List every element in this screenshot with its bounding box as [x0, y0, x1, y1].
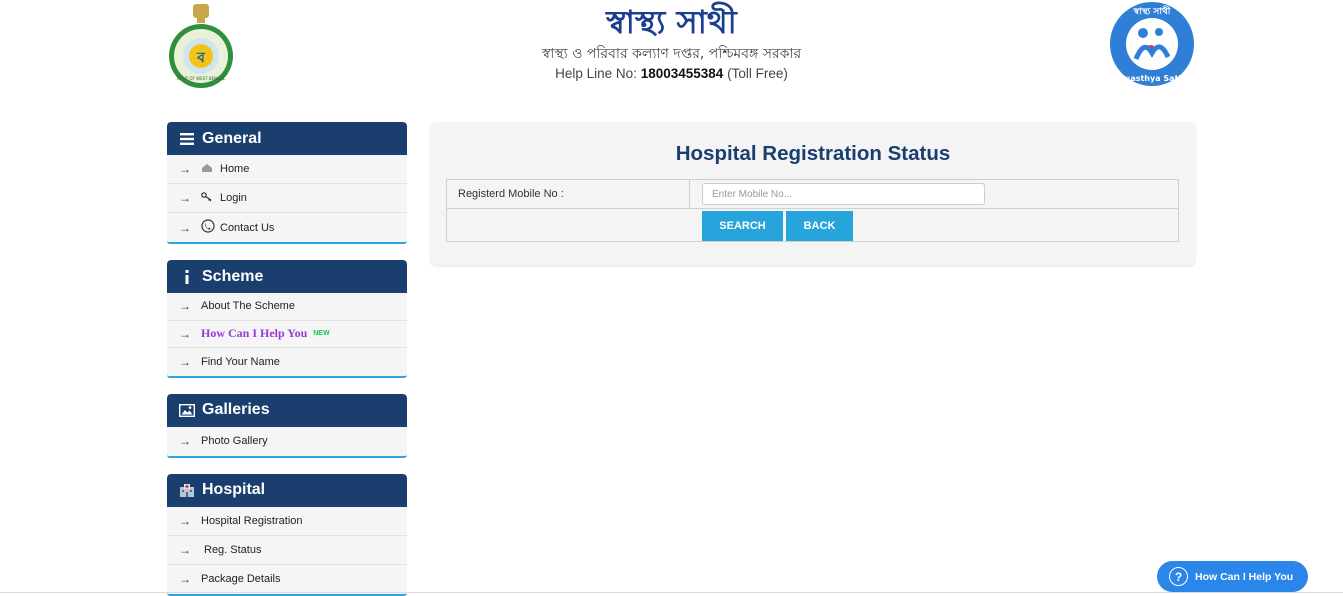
search-button[interactable]: SEARCH: [702, 211, 783, 241]
key-icon: [201, 191, 217, 205]
site-title: স্বাস্থ্য সাথী: [606, 3, 737, 41]
sidebar-item-how-can-i-help[interactable]: → How Can I Help You NEW: [167, 321, 407, 348]
hospital-icon: [178, 482, 196, 498]
menu-icon: [178, 131, 196, 147]
sidebar-item-label: Photo Gallery: [201, 435, 268, 447]
panel-general: General → Home → Login → Contact Us: [167, 122, 407, 244]
question-icon: ?: [1169, 567, 1188, 586]
svg-text:ব: ব: [196, 50, 206, 66]
registration-status-card: Hospital Registration Status Registerd M…: [431, 122, 1195, 265]
panel-galleries-header: Galleries: [167, 393, 407, 427]
arrow-right-icon: →: [179, 299, 191, 314]
arrow-right-icon: →: [179, 326, 191, 341]
arrow-right-icon: →: [179, 513, 191, 528]
emblem-text: GOVT OF WEST BENGAL: [177, 76, 226, 81]
west-bengal-emblem-logo: ব GOVT OF WEST BENGAL: [166, 2, 236, 88]
panel-scheme-header: Scheme: [167, 260, 407, 293]
panel-galleries-title: Galleries: [202, 401, 270, 418]
sidebar-item-label: Home: [220, 163, 250, 175]
panel-general-header: General: [167, 122, 407, 155]
sidebar-item-photo-gallery[interactable]: → Photo Gallery: [167, 427, 407, 456]
panel-hospital-header: Hospital: [167, 473, 407, 507]
info-icon: [178, 269, 196, 285]
arrow-right-icon: →: [179, 220, 191, 235]
panel-scheme-title: Scheme: [202, 267, 264, 285]
site-header: স্বাস্থ্য সাথী স্বাস্থ্য ও পরিবার কল্যাণ…: [440, 2, 903, 84]
back-button[interactable]: BACK: [786, 211, 853, 241]
panel-general-title: General: [202, 129, 262, 147]
footer-divider: [0, 592, 1343, 593]
sidebar-item-label: Hospital Registration: [201, 514, 303, 527]
arrow-right-icon: →: [179, 542, 191, 557]
sidebar: General → Home → Login → Contact Us Sche…: [167, 122, 407, 596]
sidebar-item-label: How Can I Help You: [201, 326, 308, 341]
arrow-right-icon: →: [179, 191, 191, 205]
logo-text-bottom: Swasthya Sathi: [1117, 74, 1187, 83]
mobile-label: Registerd Mobile No :: [458, 188, 564, 200]
how-can-i-help-label: How Can I Help You: [1195, 570, 1294, 583]
sidebar-item-find-name[interactable]: → Find Your Name: [167, 348, 407, 376]
how-can-i-help-button[interactable]: ? How Can I Help You: [1157, 561, 1308, 592]
panel-scheme: Scheme → About The Scheme → How Can I He…: [167, 260, 407, 378]
mobile-input[interactable]: [702, 183, 985, 205]
helpline-suffix: (Toll Free): [727, 66, 788, 81]
helpline: Help Line No: 18003455384 (Toll Free): [440, 64, 903, 84]
helpline-number: 18003455384: [640, 66, 724, 81]
arrow-right-icon: →: [179, 572, 191, 586]
helpline-prefix: Help Line No:: [555, 66, 637, 81]
sidebar-item-label: Package Details: [201, 573, 281, 585]
arrow-right-icon: →: [179, 434, 191, 448]
sidebar-item-package-details[interactable]: → Package Details: [167, 565, 407, 594]
phone-icon: [201, 219, 217, 236]
new-badge: NEW: [313, 330, 330, 338]
sidebar-item-hospital-registration[interactable]: → Hospital Registration: [167, 507, 407, 536]
sidebar-item-about-scheme[interactable]: → About The Scheme: [167, 293, 407, 321]
mobile-row: Registerd Mobile No :: [447, 180, 1178, 209]
picture-icon: [178, 402, 196, 418]
sidebar-item-reg-status[interactable]: → Reg. Status: [167, 536, 407, 565]
site-subtitle: স্বাস্থ্য ও পরিবার কল্যাণ দপ্তর, পশ্চিমব…: [541, 46, 802, 62]
row-divider: [689, 180, 690, 209]
sidebar-item-label: Reg. Status: [204, 543, 262, 556]
page: ব GOVT OF WEST BENGAL স্বাস্থ্য সাথী স্ব…: [0, 0, 1343, 596]
swasthya-sathi-logo: স্বাস্থ্য সাথী Swasthya Sathi: [1108, 1, 1196, 87]
sidebar-item-label: Contact Us: [220, 221, 275, 234]
sidebar-item-label: Login: [220, 192, 247, 204]
sidebar-item-contact[interactable]: → Contact Us: [167, 213, 407, 242]
sidebar-item-label: About The Scheme: [201, 300, 295, 313]
sidebar-item-label: Find Your Name: [201, 355, 280, 368]
arrow-right-icon: →: [179, 354, 191, 369]
sidebar-item-login[interactable]: → Login: [167, 184, 407, 213]
sidebar-item-home[interactable]: → Home: [167, 155, 407, 184]
panel-hospital-title: Hospital: [202, 481, 266, 498]
status-form: Registerd Mobile No : SEARCH BACK: [446, 179, 1179, 242]
arrow-right-icon: →: [179, 162, 191, 176]
page-title: Hospital Registration Status: [675, 142, 951, 165]
panel-galleries: Galleries → Photo Gallery: [167, 393, 407, 458]
panel-hospital: Hospital → Hospital Registration → Reg. …: [167, 473, 407, 596]
home-icon: [201, 163, 217, 176]
